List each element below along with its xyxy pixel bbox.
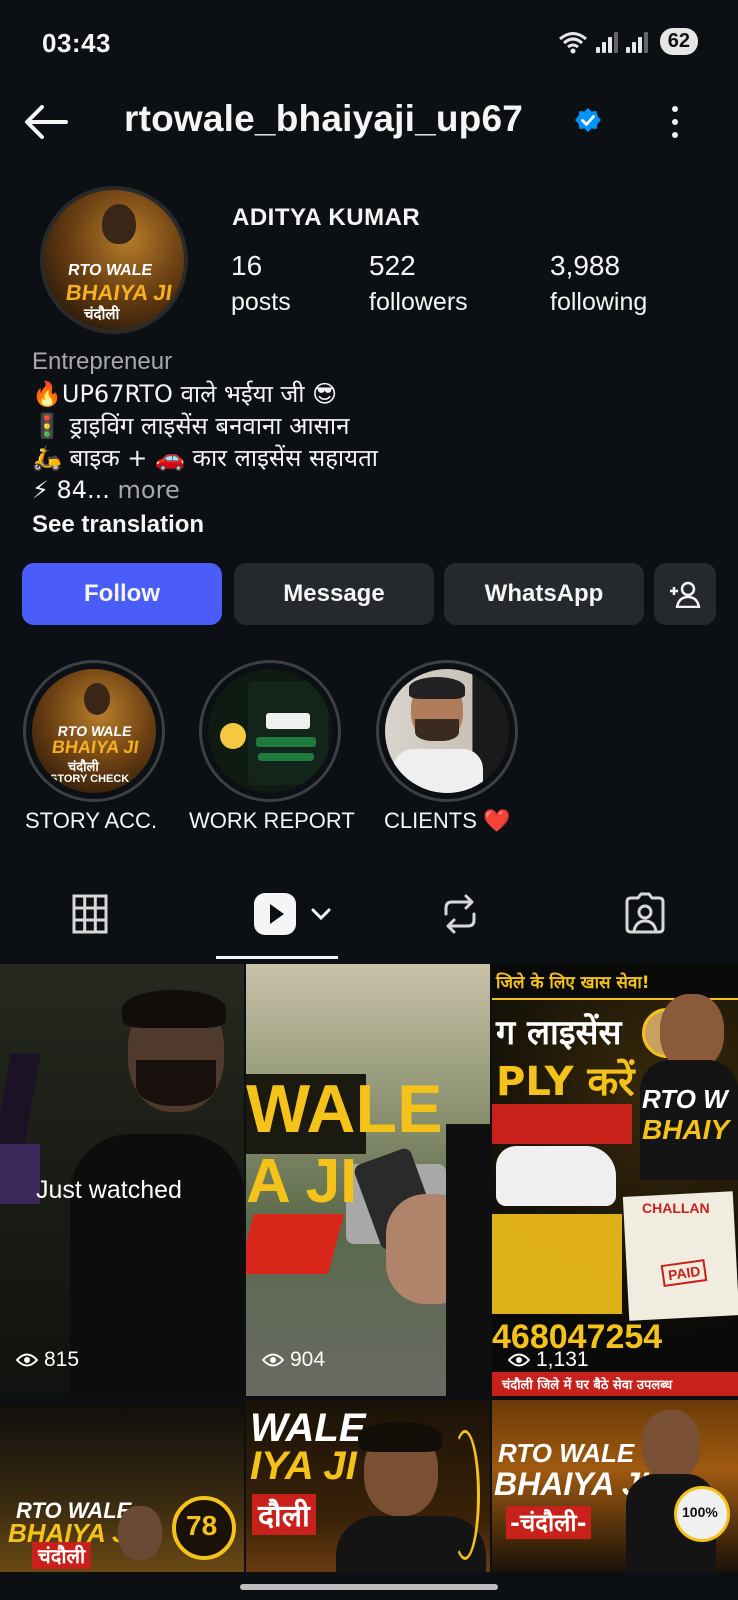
more-options-icon[interactable] (660, 102, 690, 142)
avatar-text-1: RTO WALE (66, 262, 154, 279)
profile-avatar[interactable]: RTO WALE BHAIYA JI चंदौली (40, 186, 188, 334)
tab-tagged[interactable] (615, 884, 675, 944)
posts-label: posts (231, 288, 291, 316)
poster-4-line-3: चंदौली (32, 1542, 92, 1569)
reel-tile-2[interactable]: WALE A JI 904 (246, 964, 490, 1396)
grid-icon (72, 894, 108, 934)
wifi-icon (558, 31, 587, 53)
highlight-work-report[interactable] (198, 660, 342, 802)
highlight-label-1: STORY ACC. (25, 808, 158, 833)
highlight-story-acc[interactable]: RTO WALE BHAIYA JI चंदौली STORY CHECK (22, 660, 166, 802)
profile-username: rtowale_bhaiyaji_up67 (124, 98, 524, 139)
view-count-3: 1,131 (508, 1348, 589, 1372)
view-count-1: 815 (16, 1348, 79, 1372)
bio-line-4: ⚡ 84... more (32, 474, 712, 506)
stat-posts[interactable]: 16 posts (231, 250, 291, 317)
followers-count: 522 (369, 250, 416, 281)
reel-tile-4[interactable]: RTO WALE BHAIYA JI चंदौली 78 (0, 1400, 244, 1572)
status-bar: 03:43 62 (0, 0, 738, 84)
followers-label: followers (369, 288, 468, 316)
battery-badge: 62 (659, 28, 698, 55)
bio-line-3: 🛵 बाइक + 🚗 कार लाइसेंस सहायता (32, 444, 378, 472)
add-person-icon (670, 581, 701, 608)
bio-line-2: 🚦 ड्राइविंग लाइसेंस बनवाना आसान (32, 412, 350, 440)
posts-count: 16 (231, 250, 263, 281)
poster-4-badge: 78 (186, 1510, 218, 1541)
eye-icon (16, 1353, 38, 1367)
poster-text-aji: A JI (246, 1147, 358, 1216)
display-name: ADITYA KUMAR (232, 204, 421, 231)
avatar-text-2: BHAIYA JI (64, 280, 174, 305)
stat-following[interactable]: 3,988 following (550, 250, 647, 317)
reel-tile-6[interactable]: RTO WALE BHAIYA JI -चंदौली- 100% (492, 1400, 738, 1572)
chevron-down-icon (311, 908, 331, 921)
just-watched-label: Just watched (36, 1176, 182, 1204)
message-button[interactable]: Message (234, 563, 434, 625)
poster-text-license: ग लाइसेंस (496, 1013, 622, 1053)
view-count-2-text: 904 (290, 1348, 326, 1371)
bio-category: Entrepreneur (32, 348, 173, 375)
poster-text-challan: CHALLAN (642, 1200, 710, 1216)
bio-more-link[interactable]: more (118, 476, 180, 504)
view-count-2: 904 (262, 1348, 325, 1372)
back-arrow-icon[interactable] (22, 100, 70, 144)
poster-text-rtow: RTO W (642, 1084, 728, 1114)
status-time: 03:43 (42, 28, 111, 58)
whatsapp-button[interactable]: WhatsApp (444, 563, 644, 625)
tagged-person-icon (625, 892, 665, 934)
highlight-label-2: WORK REPORT (189, 808, 355, 833)
poster-6-badge: 100% (682, 1504, 718, 1520)
view-count-3-text: 1,131 (536, 1348, 589, 1371)
tab-grid[interactable] (60, 884, 120, 944)
poster-text-top: जिले के लिए खास सेवा! (496, 973, 650, 993)
poster-6-line-1: RTO WALE (498, 1438, 635, 1468)
signal-icon-2 (625, 31, 648, 53)
highlight-clients[interactable] (375, 660, 519, 802)
poster-text-bottom: चंदौली जिले में घर बैठे सेवा उपलब्ध (502, 1378, 673, 1393)
active-tab-indicator (216, 956, 338, 959)
following-count: 3,988 (550, 250, 621, 281)
reel-tile-5[interactable]: WALE IYA JI दौली (246, 1400, 490, 1572)
status-icons: 62 (558, 28, 698, 55)
see-translation-link[interactable]: See translation (32, 508, 712, 542)
reel-tile-1[interactable]: Just watched 815 (0, 964, 244, 1396)
avatar-text-3: चंदौली (84, 305, 120, 323)
bio-line-1: 🔥UP67RTO वाले भईया जी 😎 (32, 380, 338, 408)
reel-tile-3[interactable]: जिले के लिए खास सेवा! ग लाइसेंस PLY करें… (492, 964, 738, 1396)
view-count-1-text: 815 (44, 1348, 80, 1371)
stat-followers[interactable]: 522 followers (369, 250, 468, 317)
poster-6-line-3: -चंदौली- (506, 1506, 591, 1539)
eye-icon (262, 1353, 284, 1367)
poster-6-line-2: BHAIYA JI (494, 1466, 649, 1502)
poster-5-line-3: दौली (252, 1494, 316, 1535)
tab-reposts[interactable] (430, 884, 490, 944)
suggested-users-button[interactable] (654, 563, 716, 625)
signal-icon (595, 31, 618, 53)
repost-icon (444, 894, 476, 934)
reels-play-icon (254, 893, 296, 935)
profile-header: rtowale_bhaiyaji_up67 (0, 92, 738, 152)
poster-text-bhaiy: BHAIY (642, 1114, 730, 1145)
verified-badge-icon (575, 108, 601, 132)
follow-button[interactable]: Follow (22, 563, 222, 625)
following-label: following (550, 288, 648, 316)
eye-icon (508, 1353, 530, 1367)
highlight-label-3: CLIENTS ❤️ (384, 808, 511, 833)
bio-truncated-text: ⚡ 84... (32, 476, 110, 504)
profile-bio: Entrepreneur 🔥UP67RTO वाले भईया जी 😎 🚦 ड… (32, 346, 712, 542)
poster-5-line-2: IYA JI (250, 1444, 357, 1488)
poster-text-ply: PLY करें (496, 1059, 635, 1105)
poster-text-wale: WALE (246, 1071, 443, 1147)
home-indicator (240, 1584, 498, 1590)
tab-reels[interactable] (248, 884, 338, 944)
